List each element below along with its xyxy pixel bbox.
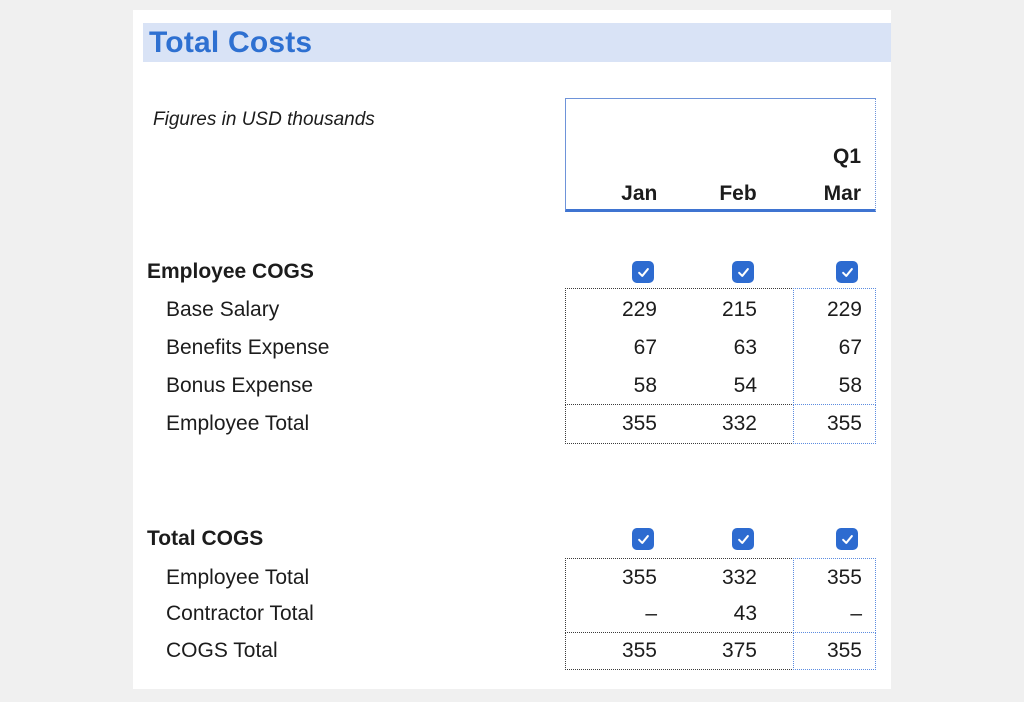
value-cell[interactable]: 229 — [765, 298, 876, 322]
value-cell[interactable]: 67 — [765, 336, 876, 360]
month-header-jan: Jan — [566, 182, 665, 206]
checkbox-cell — [565, 528, 665, 550]
row-label: Contractor Total — [133, 602, 565, 626]
check-icon — [636, 265, 651, 280]
checkbox-total-jan[interactable] — [632, 528, 654, 550]
table-row: Bonus Expense 58 54 58 — [133, 367, 891, 405]
value-cell[interactable]: 355 — [765, 639, 876, 663]
value-cell[interactable]: 355 — [565, 412, 665, 436]
checkbox-cell — [765, 261, 876, 283]
value-cell[interactable]: 332 — [665, 412, 765, 436]
value-cell[interactable]: 375 — [665, 639, 765, 663]
check-icon — [840, 265, 855, 280]
quarter-label: Q1 — [833, 145, 861, 169]
checkbox-total-feb[interactable] — [732, 528, 754, 550]
section-label-employee-cogs: Employee COGS — [133, 260, 565, 284]
value-cell[interactable]: 332 — [665, 566, 765, 590]
checkbox-cell — [565, 261, 665, 283]
section-label-total-cogs: Total COGS — [133, 527, 565, 551]
value-cell[interactable]: 58 — [765, 374, 876, 398]
value-cell[interactable]: 63 — [665, 336, 765, 360]
value-cell[interactable]: 355 — [565, 639, 665, 663]
column-header-box: Q1 Jan Feb Mar — [565, 98, 876, 212]
table-row: Contractor Total – 43 – — [133, 596, 891, 632]
table-row: Base Salary 229 215 229 — [133, 291, 891, 329]
title-band: Total Costs — [143, 23, 891, 62]
month-header-mar: Mar — [765, 182, 875, 206]
value-cell[interactable]: 58 — [565, 374, 665, 398]
section-header-row: Total COGS — [133, 524, 891, 554]
units-note: Figures in USD thousands — [153, 109, 375, 131]
report-panel: Total Costs Figures in USD thousands Q1 … — [133, 10, 891, 689]
total-row: COGS Total 355 375 355 — [133, 633, 891, 669]
value-cell[interactable]: – — [765, 602, 876, 626]
value-cell[interactable]: 54 — [665, 374, 765, 398]
checkbox-cell — [665, 528, 765, 550]
value-cell[interactable]: 43 — [665, 602, 765, 626]
check-icon — [840, 532, 855, 547]
checkbox-employee-mar[interactable] — [836, 261, 858, 283]
month-header-row: Jan Feb Mar — [566, 182, 875, 206]
section-header-row: Employee COGS — [133, 257, 891, 287]
row-label: Base Salary — [133, 298, 565, 322]
value-cell[interactable]: 355 — [565, 566, 665, 590]
row-label: Bonus Expense — [133, 374, 565, 398]
row-label: COGS Total — [133, 639, 565, 663]
page-title: Total Costs — [143, 26, 312, 60]
check-icon — [736, 265, 751, 280]
value-cell[interactable]: – — [565, 602, 665, 626]
checkbox-employee-jan[interactable] — [632, 261, 654, 283]
value-cell[interactable]: 355 — [765, 412, 876, 436]
checkbox-cell — [665, 261, 765, 283]
value-cell[interactable]: 355 — [765, 566, 876, 590]
checkbox-employee-feb[interactable] — [732, 261, 754, 283]
row-label: Employee Total — [133, 412, 565, 436]
check-icon — [736, 532, 751, 547]
check-icon — [636, 532, 651, 547]
value-cell[interactable]: 215 — [665, 298, 765, 322]
table-row: Employee Total 355 332 355 — [133, 559, 891, 596]
month-header-feb: Feb — [665, 182, 764, 206]
total-row: Employee Total 355 332 355 — [133, 405, 891, 443]
value-cell[interactable]: 67 — [565, 336, 665, 360]
row-label: Employee Total — [133, 566, 565, 590]
row-label: Benefits Expense — [133, 336, 565, 360]
checkbox-total-mar[interactable] — [836, 528, 858, 550]
table-row: Benefits Expense 67 63 67 — [133, 329, 891, 367]
checkbox-cell — [765, 528, 876, 550]
value-cell[interactable]: 229 — [565, 298, 665, 322]
